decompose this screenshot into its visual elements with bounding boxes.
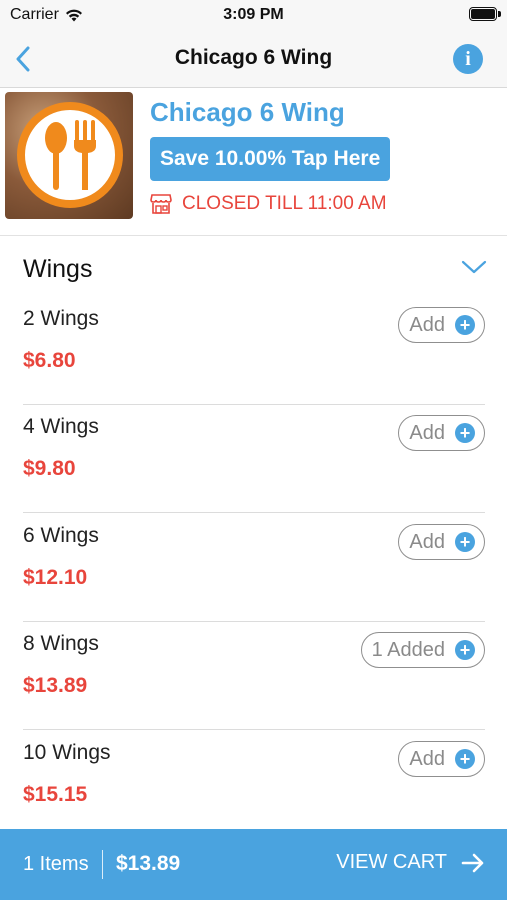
cart-divider bbox=[102, 850, 103, 879]
item-name: 8 Wings bbox=[23, 632, 99, 655]
add-item-button[interactable]: Add + bbox=[398, 741, 485, 777]
view-cart-button[interactable]: VIEW CART bbox=[336, 851, 485, 874]
cart-total: $13.89 bbox=[116, 852, 181, 875]
restaurant-logo bbox=[5, 92, 133, 219]
info-button[interactable]: i bbox=[453, 44, 483, 74]
add-button-label: Add bbox=[409, 747, 445, 770]
divider bbox=[23, 512, 485, 513]
item-price: $13.89 bbox=[23, 674, 88, 697]
navigation-bar: Chicago 6 Wing i bbox=[0, 30, 507, 88]
add-button-label: 1 Added bbox=[371, 638, 445, 661]
menu-item: 10 Wings $15.15 Add + bbox=[23, 731, 485, 839]
info-icon: i bbox=[465, 47, 471, 70]
item-name: 10 Wings bbox=[23, 741, 111, 764]
status-time: 3:09 PM bbox=[223, 6, 284, 23]
view-cart-label: VIEW CART bbox=[336, 851, 447, 873]
plus-icon: + bbox=[455, 640, 475, 660]
add-item-button[interactable]: Add + bbox=[398, 524, 485, 560]
item-price: $12.10 bbox=[23, 566, 88, 589]
menu-item: 6 Wings $12.10 Add + bbox=[23, 514, 485, 622]
add-item-button[interactable]: Add + bbox=[398, 415, 485, 451]
category-title: Wings bbox=[23, 255, 93, 283]
item-price: $6.80 bbox=[23, 349, 76, 372]
chevron-down-icon[interactable] bbox=[461, 259, 487, 275]
spoon-fork-icon bbox=[45, 120, 96, 190]
add-button-label: Add bbox=[409, 530, 445, 553]
save-discount-button[interactable]: Save 10.00% Tap Here bbox=[150, 137, 391, 181]
closed-status-text: CLOSED TILL 11:00 AM bbox=[182, 193, 387, 214]
divider bbox=[23, 729, 485, 730]
item-price: $9.80 bbox=[23, 457, 76, 480]
cart-item-count: 1 Items bbox=[23, 853, 89, 875]
restaurant-name: Chicago 6 Wing bbox=[150, 97, 345, 127]
plus-icon: + bbox=[455, 532, 475, 552]
add-item-button[interactable]: Add + bbox=[398, 307, 485, 343]
plus-icon: + bbox=[455, 315, 475, 335]
menu-item: 8 Wings $13.89 1 Added + bbox=[23, 622, 485, 730]
arrow-right-icon bbox=[461, 853, 484, 872]
item-name: 4 Wings bbox=[23, 415, 99, 438]
plus-icon: + bbox=[455, 749, 475, 769]
restaurant-status: CLOSED TILL 11:00 AM bbox=[150, 193, 387, 215]
item-name: 2 Wings bbox=[23, 307, 99, 330]
menu-item: 2 Wings $6.80 Add + bbox=[23, 297, 485, 405]
menu-item: 4 Wings $9.80 Add + bbox=[23, 405, 485, 513]
restaurant-header: Chicago 6 Wing Save 10.00% Tap Here CLOS… bbox=[0, 89, 507, 236]
add-button-label: Add bbox=[409, 421, 445, 444]
cart-bar[interactable]: 1 Items $13.89 VIEW CART bbox=[0, 829, 507, 900]
battery-icon bbox=[469, 7, 501, 21]
item-name: 6 Wings bbox=[23, 524, 99, 547]
page-title: Chicago 6 Wing bbox=[174, 46, 333, 69]
store-icon bbox=[150, 194, 172, 214]
item-price: $15.15 bbox=[23, 783, 88, 806]
status-bar: Carrier 3:09 PM bbox=[0, 0, 507, 30]
plus-icon: + bbox=[455, 423, 475, 443]
add-item-button[interactable]: 1 Added + bbox=[360, 632, 485, 668]
category-header[interactable]: Wings bbox=[0, 237, 507, 297]
add-button-label: Add bbox=[409, 313, 445, 336]
